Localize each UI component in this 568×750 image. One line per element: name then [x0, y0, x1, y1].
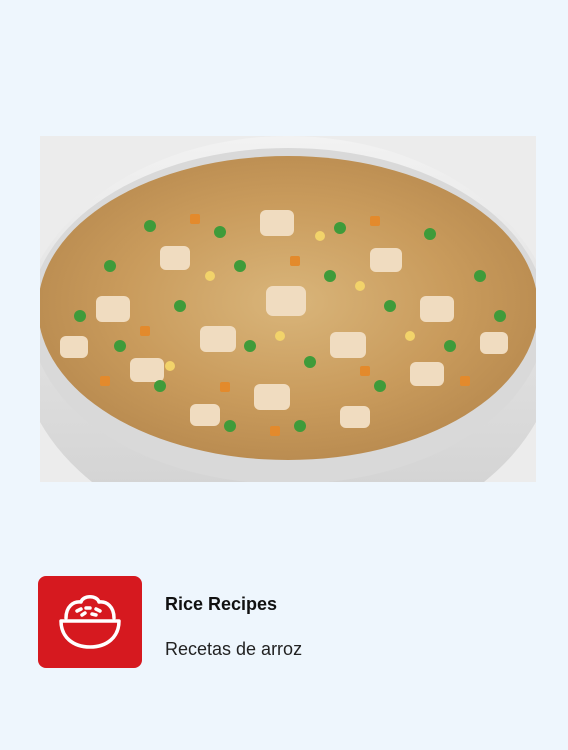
recipe-subtitle: Recetas de arroz — [165, 639, 303, 659]
fried-rice-photo — [40, 136, 536, 482]
recipe-title: Rice Recipes — [165, 594, 278, 614]
rice-recipes-entry[interactable]: Rice Recipes Recetas de arroz — [38, 576, 538, 670]
rice-bowl-icon — [38, 576, 142, 668]
